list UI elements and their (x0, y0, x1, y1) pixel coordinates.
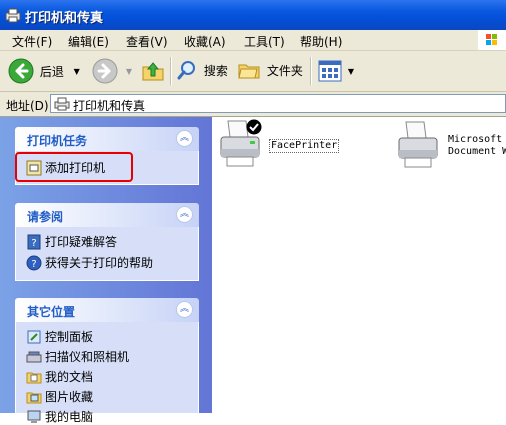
control-panel-icon (27, 330, 41, 343)
up-folder-button[interactable] (141, 59, 165, 86)
help-book-icon: ? (27, 234, 41, 249)
menu-view[interactable]: 查看(V) (126, 33, 168, 50)
menu-tools[interactable]: 工具(T) (244, 33, 285, 50)
control-panel-link[interactable]: 控制面板 (26, 328, 93, 345)
menu-bar: 文件(F) 编辑(E) 查看(V) 收藏(A) 工具(T) 帮助(H) (0, 30, 506, 51)
printer-folder-icon (54, 97, 70, 111)
search-button[interactable]: 搜索 (176, 59, 228, 81)
toolbar: 后退 ▼ ▼ 搜索 文件夹 ▼ (0, 51, 506, 92)
panel-title: 打印机任务 (27, 134, 88, 148)
printer-name[interactable]: Microsoft Document W (448, 134, 506, 158)
address-bar: 地址(D) 打印机和传真 (0, 92, 506, 117)
svg-text:?: ? (31, 238, 36, 249)
default-check-icon (246, 119, 262, 135)
collapse-icon[interactable]: ︽ (176, 301, 193, 318)
my-computer-link[interactable]: 我的电脑 (26, 408, 93, 425)
back-button[interactable]: 后退 ▼ (8, 58, 80, 84)
windows-logo-icon (478, 30, 506, 50)
panel-title: 其它位置 (27, 305, 76, 319)
see-also-body: ? 打印疑难解答 ? 获得关于打印的帮助 (15, 227, 199, 281)
window-title: 打印机和传真 (25, 11, 104, 26)
panel-title: 请参阅 (27, 210, 64, 224)
my-computer-icon (27, 410, 41, 423)
title-bar[interactable]: 打印机和传真 (0, 0, 506, 30)
chevron-down-icon: ▼ (347, 66, 354, 76)
printer-name[interactable]: FacePrinter (269, 139, 340, 153)
svg-text:?: ? (31, 259, 36, 270)
menu-help[interactable]: 帮助(H) (300, 33, 342, 50)
documents-folder-icon (26, 372, 42, 383)
folders-icon (238, 64, 260, 79)
menu-edit[interactable]: 编辑(E) (68, 33, 109, 50)
address-label: 地址(D) (6, 99, 49, 113)
folders-label: 文件夹 (266, 63, 303, 78)
menu-favorites[interactable]: 收藏(A) (184, 33, 226, 50)
my-pictures-link[interactable]: 图片收藏 (26, 388, 93, 405)
my-documents-link[interactable]: 我的文档 (26, 368, 93, 385)
printer-icon (398, 121, 438, 168)
scanner-icon (26, 351, 42, 362)
address-value: 打印机和传真 (73, 99, 146, 113)
menu-file[interactable]: 文件(F) (12, 33, 52, 50)
forward-arrow-icon (92, 58, 118, 84)
views-icon (318, 60, 342, 82)
printing-troubleshooter-link[interactable]: ? 打印疑难解答 (26, 233, 117, 250)
address-input[interactable]: 打印机和传真 (50, 94, 506, 113)
other-places-body: 控制面板 扫描仪和照相机 我的文档 图片收藏 我的电脑 (15, 322, 199, 424)
back-label: 后退 (39, 64, 64, 79)
forward-button[interactable]: ▼ (92, 58, 132, 84)
printing-help-link[interactable]: ? 获得关于打印的帮助 (26, 254, 153, 271)
folders-button[interactable]: 文件夹 (237, 59, 303, 81)
views-button[interactable]: ▼ (318, 60, 354, 82)
printer-tasks-header[interactable]: 打印机任务 ︽ (15, 127, 199, 151)
chevron-down-icon: ▼ (125, 66, 132, 76)
back-arrow-icon (8, 58, 34, 84)
other-places-header[interactable]: 其它位置 ︽ (15, 298, 199, 322)
collapse-icon[interactable]: ︽ (176, 206, 193, 223)
up-folder-icon (142, 62, 164, 81)
chevron-down-icon: ▼ (73, 66, 80, 76)
pictures-folder-icon (26, 392, 42, 403)
printer-folder-icon (5, 8, 21, 23)
help-icon: ? (26, 255, 42, 270)
search-icon (177, 61, 195, 80)
printer-item[interactable] (397, 120, 447, 170)
see-also-header[interactable]: 请参阅 ︽ (15, 203, 199, 227)
scanners-cameras-link[interactable]: 扫描仪和照相机 (26, 348, 129, 365)
highlight-box (15, 152, 133, 182)
collapse-icon[interactable]: ︽ (176, 130, 193, 147)
search-label: 搜索 (203, 63, 228, 78)
printer-item[interactable] (219, 119, 269, 169)
